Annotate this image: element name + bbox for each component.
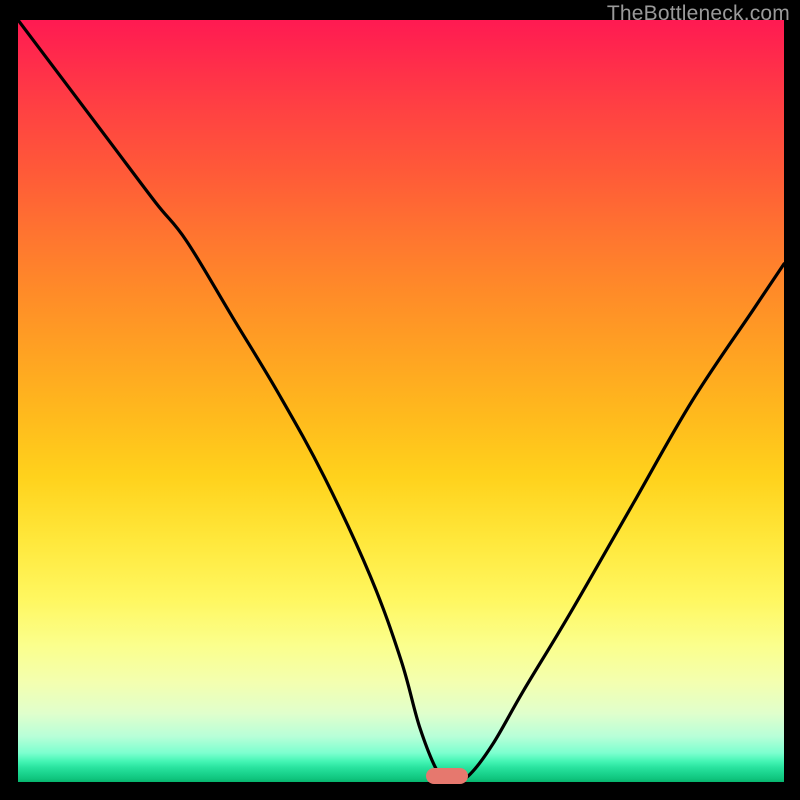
minimum-marker [426,768,468,785]
bottleneck-curve [18,20,784,782]
chart-plot-area [18,20,784,782]
chart-frame: TheBottleneck.com [0,0,800,800]
watermark-text: TheBottleneck.com [607,2,790,26]
